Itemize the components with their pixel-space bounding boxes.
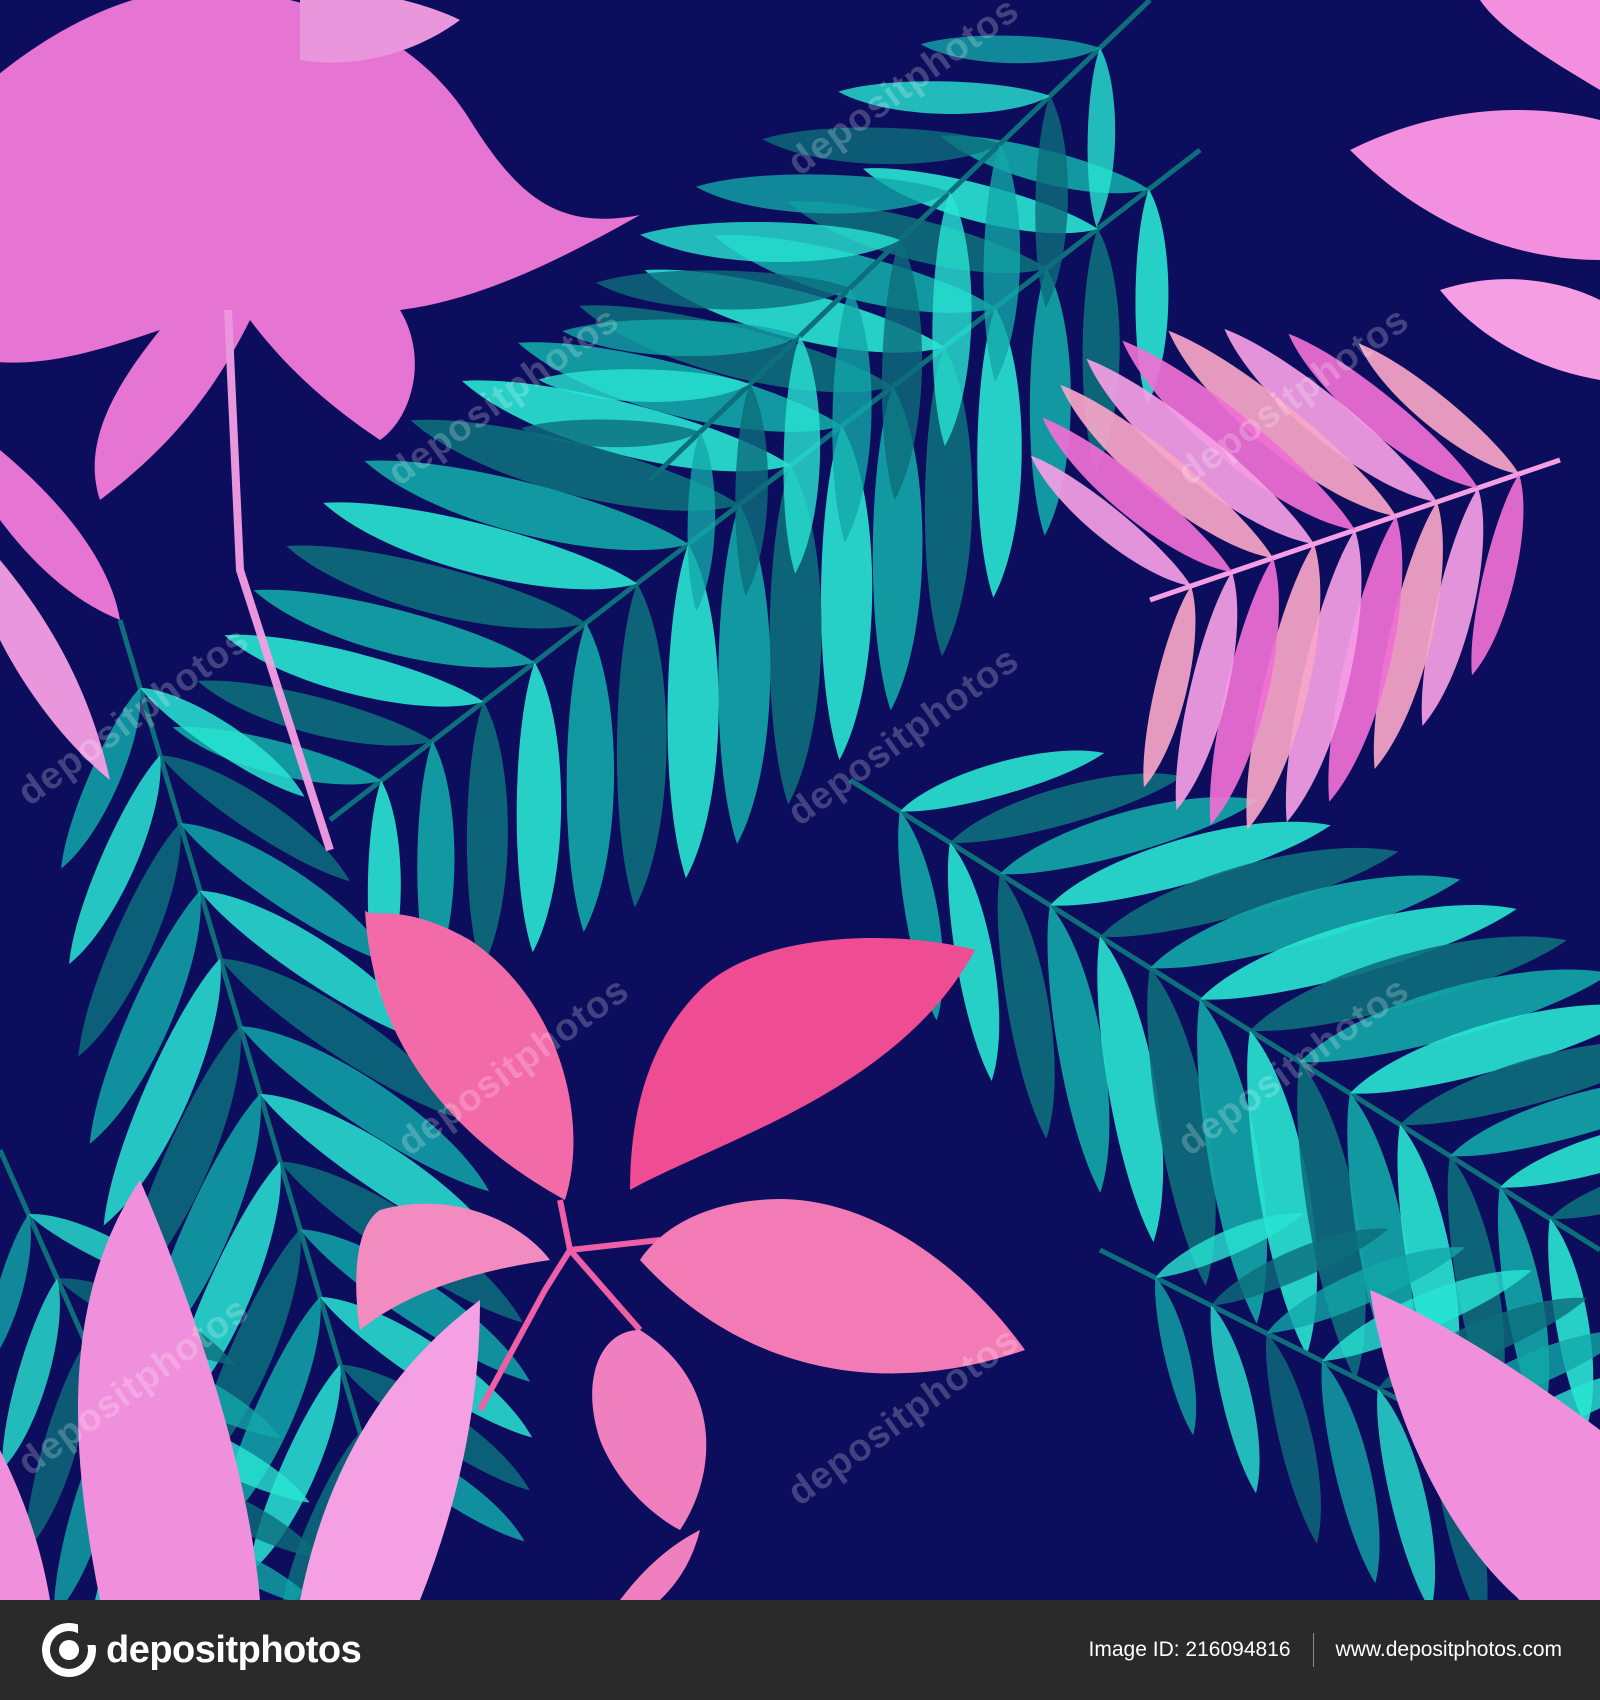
- image-id-label: Image ID:: [1088, 1638, 1180, 1661]
- image-id: Image ID: 216094816: [1089, 1638, 1291, 1662]
- footer-divider: [1312, 1633, 1314, 1667]
- depositphotos-logo-icon: [42, 1623, 96, 1677]
- depositphotos-logo[interactable]: depositphotos: [40, 1621, 362, 1679]
- stock-image-artwork: depositphotos depositphotos depositphoto…: [0, 0, 1600, 1600]
- tropical-leaf-pattern: [0, 0, 1600, 1600]
- footer-bar: depositphotos Image ID: 216094816 www.de…: [0, 1600, 1600, 1700]
- image-id-value: 216094816: [1185, 1638, 1291, 1661]
- site-url-link[interactable]: www.depositphotos.com: [1336, 1638, 1562, 1662]
- logo-text: depositphotos: [106, 1628, 362, 1671]
